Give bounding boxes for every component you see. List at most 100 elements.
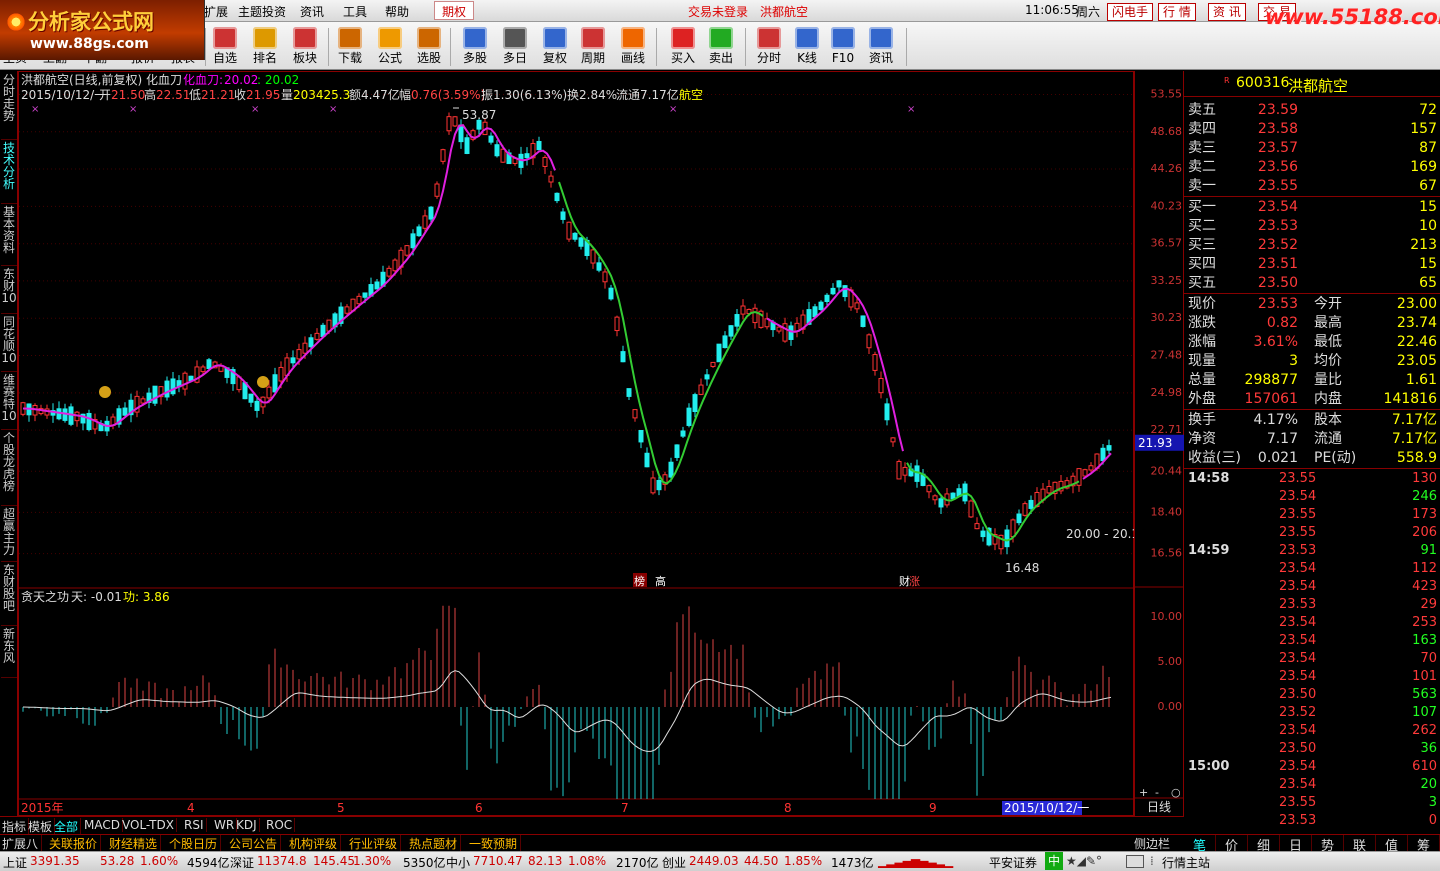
zoom-button-2[interactable]: ○	[1171, 786, 1181, 799]
side-panel-label[interactable]: 侧边栏	[1134, 835, 1170, 852]
left-tab-4[interactable]: 同花顺10	[1, 316, 17, 372]
indicator-tab-1[interactable]: 模板	[28, 818, 56, 835]
candle-body	[434, 183, 440, 197]
indicator-tab-0[interactable]: 指标	[2, 818, 30, 835]
chinese-input-button[interactable]: 中	[1045, 852, 1063, 870]
tick-row-9: 23.54 163	[1184, 632, 1440, 650]
toolbar-btn-17[interactable]: 卖出	[700, 25, 742, 69]
left-tab-2[interactable]: 基本资料	[1, 206, 17, 266]
candle-body	[314, 332, 320, 340]
candle-body	[86, 412, 92, 430]
info-tab-0[interactable]: 扩展八	[2, 835, 43, 852]
quote-code-prefix: R	[1224, 76, 1230, 85]
candle-body	[524, 153, 530, 159]
menu-help[interactable]: 帮助	[385, 3, 409, 20]
indicator-tab-5[interactable]: RSI	[184, 818, 207, 832]
toolbar-btn-15[interactable]: 画线	[612, 25, 654, 69]
toolbar-btn-6[interactable]: 排名	[244, 25, 286, 69]
info-tab-1[interactable]: 关联报价	[49, 835, 102, 852]
info-tab-2[interactable]: 财经精选	[109, 835, 162, 852]
candle-body	[494, 144, 500, 157]
candle-body	[902, 466, 908, 476]
sell-level-2: 卖三 23.57 87	[1184, 139, 1440, 158]
menu-theme-invest[interactable]: 主题投资	[238, 3, 286, 20]
toolbar-btn-16[interactable]: 买入	[662, 25, 704, 69]
sh-change: 53.28	[100, 854, 135, 868]
menu-tools[interactable]: 工具	[343, 3, 367, 20]
toolbar-btn-12[interactable]: 多日	[494, 25, 536, 69]
toolbar-btn-18[interactable]: 分时	[748, 25, 790, 69]
indicator-tab-8[interactable]: ROC	[266, 818, 296, 832]
indicator-tab-4[interactable]: VOL-TDX	[122, 818, 177, 832]
toolbar-btn-10[interactable]: 选股	[408, 25, 450, 69]
kline-chart-svg[interactable]: 洪都航空(日线,前复权) 化血刀 化血刀: 20.02: 20.02 2015/10/…	[19, 72, 1147, 817]
toolbar-btn-20[interactable]: F10	[822, 25, 864, 69]
menu-extend[interactable]: 扩展	[204, 3, 228, 20]
toolbar-btn-9[interactable]: 公式	[369, 25, 411, 69]
tick-volume-5: 112	[1412, 561, 1437, 576]
news-button[interactable]: 资 讯	[1208, 3, 1246, 21]
menu-options[interactable]: 期权	[434, 1, 475, 20]
info-tab-7[interactable]: 热点题材	[409, 835, 462, 852]
left-tab-9[interactable]: 新东风	[1, 628, 17, 678]
indicator-tab-3[interactable]: MACD	[84, 818, 123, 832]
stat2-label-1-b: 流通	[1314, 431, 1342, 447]
toolbar-btn-5[interactable]: 自选	[204, 25, 246, 69]
info-tab-5[interactable]: 机构评级	[289, 835, 342, 852]
toolbar-btn-14[interactable]: 周期	[572, 25, 614, 69]
period-label: 日线	[1147, 800, 1171, 814]
toolbar-btn-11[interactable]: 多股	[454, 25, 496, 69]
toolbar-btn-7[interactable]: 板块	[284, 25, 326, 69]
candle-body	[404, 245, 410, 256]
toolbar-icon-21	[869, 27, 893, 49]
left-tab-3[interactable]: 东财10	[1, 268, 17, 314]
toolbar-icons[interactable]: ★◢✎°	[1066, 854, 1102, 868]
buy-level-name-0: 买一	[1188, 199, 1216, 215]
info-tab-8[interactable]: 一致预期	[469, 835, 522, 852]
mark-label-2: 高	[655, 574, 666, 588]
toolbar-label-5: 自选	[212, 51, 237, 65]
info-tab-3[interactable]: 个股日历	[169, 835, 222, 852]
quote-button[interactable]: 行 情	[1158, 3, 1196, 21]
candle-body	[566, 221, 572, 240]
indicator-tab-2[interactable]: 全部	[54, 818, 82, 835]
tick-row-8: 23.54 253	[1184, 614, 1440, 632]
left-tab-1[interactable]: 技术分析	[1, 142, 17, 204]
indicator-tab-7[interactable]: KDJ	[236, 818, 260, 832]
sub-tick-1: 5.00	[1158, 655, 1183, 668]
toolbar-btn-13[interactable]: 复权	[534, 25, 576, 69]
app-window: 扩展 主题投资 资讯 工具 帮助 期权 交易未登录 洪都航空 11:06:55 …	[0, 0, 1440, 871]
sub-tian-value: 天: -0.01	[71, 590, 122, 604]
info-field-12: 4.47亿	[361, 87, 400, 102]
flash-trade-button[interactable]: 闪电手	[1107, 3, 1154, 21]
stat2-label-0-b: 股本	[1314, 412, 1342, 428]
left-tab-7[interactable]: 超赢主力	[1, 508, 17, 562]
zoom-button-0[interactable]: +	[1139, 786, 1148, 799]
menu-info[interactable]: 资讯	[300, 3, 324, 20]
toolbar-btn-21[interactable]: 资讯	[860, 25, 902, 69]
sh-volume: 4594亿	[187, 856, 230, 870]
buy-price-4: 23.50	[1257, 275, 1298, 291]
zoom-button-1[interactable]: -	[1155, 786, 1159, 799]
sell-level-3: 卖二 23.56 169	[1184, 158, 1440, 177]
info-tab-4[interactable]: 公司公告	[229, 835, 282, 852]
sell-volume-4: 67	[1419, 178, 1437, 194]
indicator-tab-6[interactable]: WR	[214, 818, 238, 832]
left-tab-5[interactable]: 维赛特10	[1, 374, 17, 430]
tick-row-4: 14:59 23.53 91	[1184, 542, 1440, 560]
tick-volume-9: 163	[1412, 633, 1437, 648]
kline-chart-area[interactable]: 洪都航空(日线,前复权) 化血刀 化血刀: 20.02: 20.02 2015/10/…	[18, 71, 1147, 817]
tick-row-12: 23.50 563	[1184, 686, 1440, 704]
left-tab-0[interactable]: 分时走势	[1, 74, 17, 140]
keyboard-icon[interactable]	[1126, 855, 1144, 868]
broker-name[interactable]: 平安证券	[989, 854, 1037, 871]
left-tab-6[interactable]: 个股龙虎榜	[1, 432, 17, 506]
candle-body	[1046, 486, 1052, 494]
sell-volume-1: 157	[1410, 121, 1437, 137]
info-tab-6[interactable]: 行业评级	[349, 835, 402, 852]
left-tab-8[interactable]: 东财股吧	[1, 564, 17, 626]
tick-row-18: 23.55 3	[1184, 794, 1440, 812]
buy-volume-2: 213	[1410, 237, 1437, 253]
tick-row-13: 23.52 107	[1184, 704, 1440, 722]
toolbar-btn-8[interactable]: 下载	[329, 25, 371, 69]
